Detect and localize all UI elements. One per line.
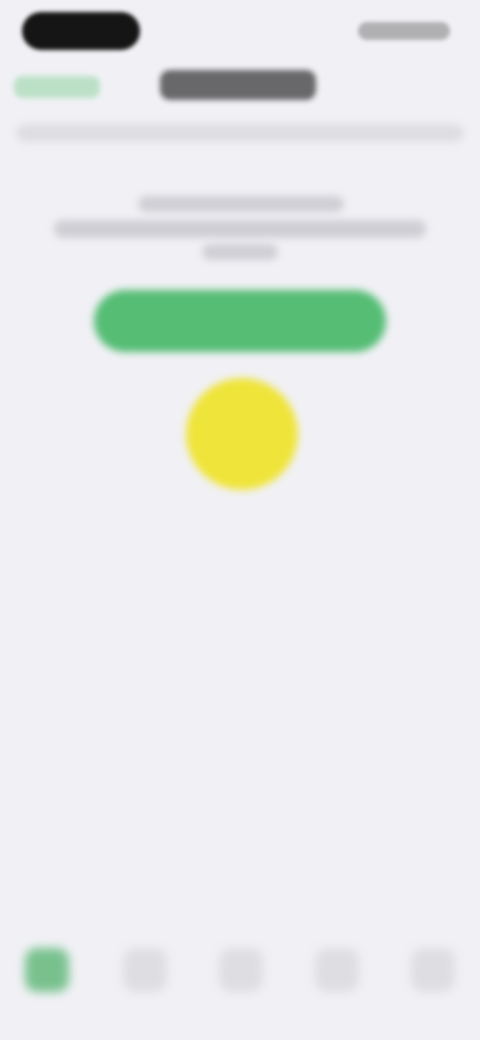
- caption-line: [202, 244, 278, 260]
- tab-bar: [0, 922, 480, 1022]
- search-bar-placeholder[interactable]: [16, 124, 464, 142]
- tab-icon: [219, 948, 263, 992]
- status-bar: [0, 0, 480, 60]
- page-title: [160, 70, 316, 100]
- dynamic-island-icon: [22, 12, 140, 50]
- caption-line: [54, 220, 426, 238]
- touch-indicator: [186, 378, 298, 490]
- tab-icon: [315, 948, 359, 992]
- home-icon: [25, 948, 69, 992]
- tab-3[interactable]: [214, 940, 268, 1000]
- navigation-bar: [0, 56, 480, 118]
- tab-icon: [411, 948, 455, 992]
- caption-line: [138, 196, 344, 212]
- primary-action-button[interactable]: [94, 290, 386, 352]
- tab-icon: [123, 948, 167, 992]
- screen: [0, 0, 480, 1040]
- tab-2[interactable]: [118, 940, 172, 1000]
- tab-5[interactable]: [406, 940, 460, 1000]
- back-button[interactable]: [14, 76, 100, 98]
- tab-home[interactable]: [20, 940, 74, 1000]
- caption-text: [54, 196, 426, 262]
- tab-4[interactable]: [310, 940, 364, 1000]
- status-icons: [358, 22, 450, 40]
